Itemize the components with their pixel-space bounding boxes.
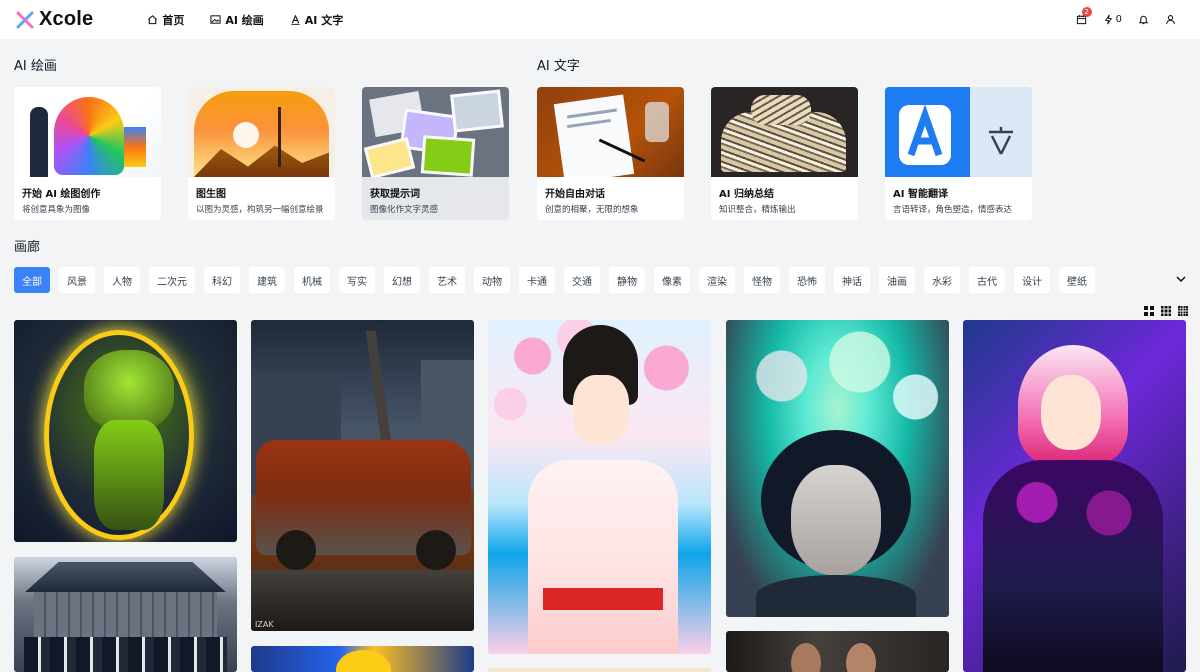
tag-13[interactable]: 静物 bbox=[609, 267, 645, 293]
gallery-image-two-women[interactable] bbox=[726, 631, 949, 672]
chevron-down-icon[interactable] bbox=[1174, 272, 1188, 286]
card-title: 获取提示词 bbox=[370, 189, 420, 200]
calendar-badge: 2 bbox=[1081, 7, 1092, 17]
tag-7[interactable]: 写实 bbox=[339, 267, 375, 293]
gallery-section-title: 画廊 bbox=[14, 240, 41, 255]
user-button[interactable] bbox=[1165, 14, 1176, 25]
energy-count: 0 bbox=[1115, 14, 1122, 25]
grid-small-icon[interactable] bbox=[1178, 306, 1188, 316]
gallery-image-green-creature[interactable] bbox=[14, 320, 237, 542]
gallery-image-dark-armor-woman[interactable] bbox=[963, 320, 1186, 672]
bell-icon bbox=[1138, 15, 1149, 25]
logo-icon bbox=[16, 11, 34, 28]
tag-0[interactable]: 全部 bbox=[14, 267, 50, 293]
grid-medium-icon[interactable] bbox=[1161, 306, 1171, 316]
home-icon bbox=[148, 15, 158, 25]
gallery-image-japanese-house[interactable] bbox=[14, 557, 237, 672]
card-desc: 言语转译，角色塑造，情感表达 bbox=[893, 205, 1013, 215]
tag-22[interactable]: 设计 bbox=[1014, 267, 1050, 293]
tag-20[interactable]: 水彩 bbox=[924, 267, 960, 293]
nav-ai-painting-label: AI 绘画 bbox=[225, 13, 264, 27]
card-image-painting bbox=[14, 87, 161, 177]
nav-home[interactable]: 首页 bbox=[147, 12, 184, 28]
card-title: AI 智能翻译 bbox=[893, 189, 948, 200]
tag-15[interactable]: 渲染 bbox=[699, 267, 735, 293]
gallery-image-golden-art[interactable] bbox=[251, 646, 474, 672]
nav-ai-painting[interactable]: AI 绘画 bbox=[210, 12, 264, 28]
letter-a-icon bbox=[899, 105, 951, 165]
card-free-chat[interactable]: 开始自由对话 创意的相聚，无限的想象 bbox=[537, 87, 684, 220]
grid-large-icon[interactable] bbox=[1144, 306, 1154, 316]
card-get-prompt[interactable]: 获取提示词 图像化作文字灵感 bbox=[362, 87, 509, 220]
card-image-to-image[interactable]: 图生图 以图为灵感，构筑另一幅创意绘景 bbox=[188, 87, 335, 220]
tag-17[interactable]: 恐怖 bbox=[789, 267, 825, 293]
top-navbar: Xcole 首页 AI 绘画 AI 文字 2 0 bbox=[0, 0, 1200, 39]
card-start-ai-painting[interactable]: 开始 AI 绘图创作 将创意具象为图像 bbox=[14, 87, 161, 220]
view-toggles bbox=[1144, 306, 1188, 316]
main-nav: 首页 AI 绘画 AI 文字 bbox=[147, 12, 369, 28]
tag-3[interactable]: 二次元 bbox=[149, 267, 195, 293]
ai-painting-section-title: AI 绘画 bbox=[14, 59, 57, 74]
ai-text-section-title: AI 文字 bbox=[537, 59, 580, 74]
card-desc: 以图为灵感，构筑另一幅创意绘景 bbox=[196, 205, 324, 215]
card-desc: 知识整合，精炼输出 bbox=[719, 205, 796, 215]
text-icon bbox=[291, 14, 300, 25]
card-title: 图生图 bbox=[196, 189, 226, 200]
tag-8[interactable]: 幻想 bbox=[384, 267, 420, 293]
gallery-image-cloud-portrait[interactable] bbox=[726, 320, 949, 617]
tag-23[interactable]: 壁纸 bbox=[1059, 267, 1095, 293]
tag-9[interactable]: 艺术 bbox=[429, 267, 465, 293]
image-icon bbox=[210, 15, 221, 24]
notification-button[interactable] bbox=[1138, 14, 1149, 25]
tag-18[interactable]: 神话 bbox=[834, 267, 870, 293]
gallery-image-rusted-van[interactable]: IZAK bbox=[251, 320, 474, 631]
watermark-text: IZAK bbox=[255, 620, 274, 629]
header-actions: 2 0 bbox=[1076, 0, 1176, 39]
card-desc: 图像化作文字灵感 bbox=[370, 205, 439, 215]
app-name: Xcole bbox=[39, 8, 94, 30]
tag-6[interactable]: 机械 bbox=[294, 267, 330, 293]
nav-home-label: 首页 bbox=[162, 13, 185, 27]
card-image-img2img bbox=[188, 87, 335, 177]
lightning-icon bbox=[1104, 14, 1112, 25]
card-title: AI 归纳总结 bbox=[719, 189, 774, 200]
calendar-button[interactable]: 2 bbox=[1076, 7, 1092, 25]
category-tags: 全部 风景 人物 二次元 科幻 建筑 机械 写实 幻想 艺术 动物 卡通 交通 静物 像素 渲染 怪物 恐怖 神话油… bbox=[14, 267, 1095, 293]
card-title: 开始 AI 绘图创作 bbox=[22, 189, 101, 200]
tag-1[interactable]: 风景 bbox=[59, 267, 95, 293]
nav-ai-text-label: AI 文字 bbox=[304, 13, 344, 27]
tag-10[interactable]: 动物 bbox=[474, 267, 510, 293]
card-image-translate bbox=[885, 87, 1032, 177]
energy-button[interactable]: 0 bbox=[1103, 14, 1122, 25]
tag-19[interactable]: 油画 bbox=[879, 267, 915, 293]
tag-2[interactable]: 人物 bbox=[104, 267, 140, 293]
card-desc: 将创意具象为图像 bbox=[22, 205, 91, 215]
card-ai-translate[interactable]: AI 智能翻译 言语转译，角色塑造，情感表达 bbox=[885, 87, 1032, 220]
tag-12[interactable]: 交通 bbox=[564, 267, 600, 293]
tag-21[interactable]: 古代 bbox=[969, 267, 1005, 293]
tag-11[interactable]: 卡通 bbox=[519, 267, 555, 293]
tag-14[interactable]: 像素 bbox=[654, 267, 690, 293]
gallery-image-hanfu-girl[interactable] bbox=[488, 320, 711, 654]
tag-16[interactable]: 怪物 bbox=[744, 267, 780, 293]
card-image-prompt bbox=[362, 87, 509, 177]
nav-ai-text[interactable]: AI 文字 bbox=[290, 12, 343, 28]
translate-char-icon bbox=[989, 127, 1013, 155]
card-image-summary bbox=[711, 87, 858, 177]
tag-4[interactable]: 科幻 bbox=[204, 267, 240, 293]
card-title: 开始自由对话 bbox=[545, 189, 605, 200]
tag-5[interactable]: 建筑 bbox=[249, 267, 285, 293]
card-ai-summary[interactable]: AI 归纳总结 知识整合，精炼输出 bbox=[711, 87, 858, 220]
card-image-chat bbox=[537, 87, 684, 177]
card-desc: 创意的相聚，无限的想象 bbox=[545, 205, 639, 215]
gallery-image-bottom-strip bbox=[488, 668, 711, 672]
logo[interactable]: Xcole bbox=[15, 8, 93, 31]
user-icon bbox=[1166, 15, 1175, 25]
